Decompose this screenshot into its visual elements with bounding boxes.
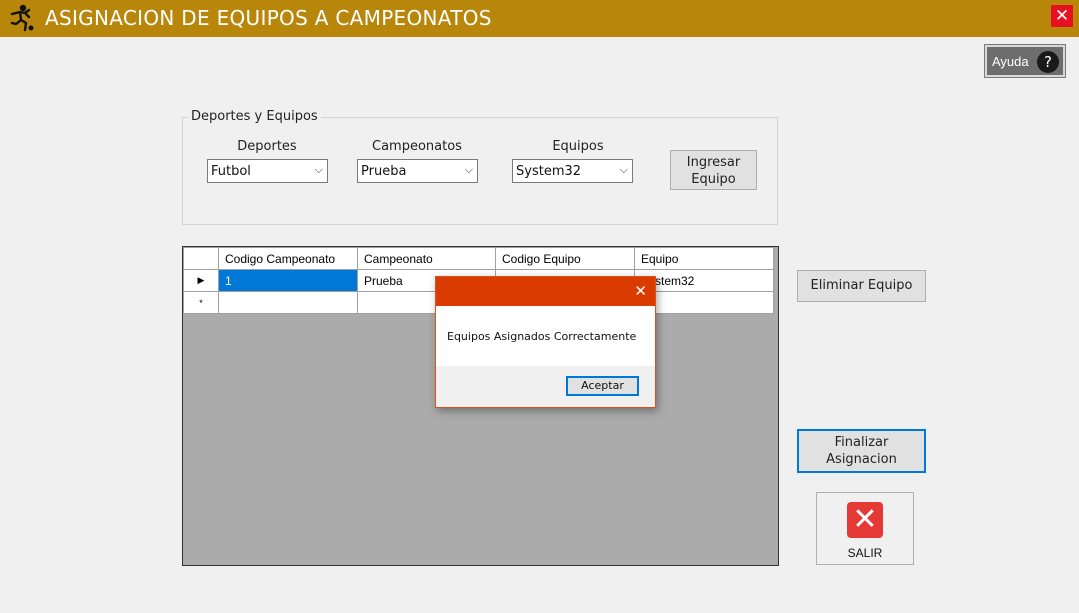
help-label: Ayuda: [992, 54, 1029, 69]
message-dialog: ✕ Equipos Asignados Correctamente Acepta…: [435, 276, 656, 408]
dialog-footer: Aceptar: [436, 366, 655, 407]
window-title: ASIGNACION DE EQUIPOS A CAMPEONATOS: [45, 6, 492, 30]
add-team-button[interactable]: Ingresar Equipo: [670, 150, 757, 190]
group-legend: Deportes y Equipos: [188, 109, 321, 124]
column-header[interactable]: Campeonato: [357, 247, 496, 270]
teams-select[interactable]: System32 ⌵: [512, 159, 633, 183]
sports-label: Deportes: [237, 139, 297, 154]
new-row-icon[interactable]: *: [183, 291, 219, 314]
finish-label-line2: Asignacion: [826, 452, 897, 467]
dialog-close-button[interactable]: ✕: [634, 282, 647, 300]
sports-value: Futbol: [211, 164, 251, 179]
championships-value: Prueba: [361, 164, 407, 179]
table-cell[interactable]: 1: [218, 269, 358, 292]
chevron-down-icon: ⌵: [314, 163, 323, 176]
row-header-corner: [183, 247, 219, 270]
soccer-player-icon: [10, 4, 34, 32]
dialog-message: Equipos Asignados Correctamente: [447, 330, 637, 343]
add-team-label-line2: Equipo: [691, 172, 736, 187]
chevron-down-icon: ⌵: [464, 163, 473, 176]
finish-label-line1: Finalizar: [834, 435, 889, 450]
column-header[interactable]: Codigo Campeonato: [218, 247, 358, 270]
current-row-icon[interactable]: ▶: [183, 269, 219, 292]
grid-header-row: Codigo Campeonato Campeonato Codigo Equi…: [183, 247, 774, 270]
table-cell[interactable]: [218, 291, 358, 314]
close-icon: ✕: [847, 502, 883, 538]
chevron-down-icon: ⌵: [619, 163, 628, 176]
dialog-header: ✕: [436, 277, 655, 306]
championships-label: Campeonatos: [372, 139, 462, 154]
help-button[interactable]: Ayuda ?: [984, 44, 1066, 78]
question-icon: ?: [1037, 51, 1059, 73]
remove-team-button[interactable]: Eliminar Equipo: [797, 270, 926, 302]
sports-select[interactable]: Futbol ⌵: [207, 159, 328, 183]
add-team-label-line1: Ingresar: [686, 155, 741, 170]
ok-button[interactable]: Aceptar: [566, 376, 639, 396]
column-header[interactable]: Codigo Equipo: [495, 247, 635, 270]
finish-assignment-button[interactable]: Finalizar Asignacion: [797, 429, 926, 473]
teams-value: System32: [516, 164, 582, 179]
exit-button[interactable]: ✕ SALIR: [816, 492, 914, 565]
exit-label: SALIR: [847, 546, 883, 560]
championships-select[interactable]: Prueba ⌵: [357, 159, 478, 183]
close-window-button[interactable]: ✕: [1051, 5, 1073, 27]
teams-label: Equipos: [552, 139, 604, 154]
column-header[interactable]: Equipo: [634, 247, 774, 270]
